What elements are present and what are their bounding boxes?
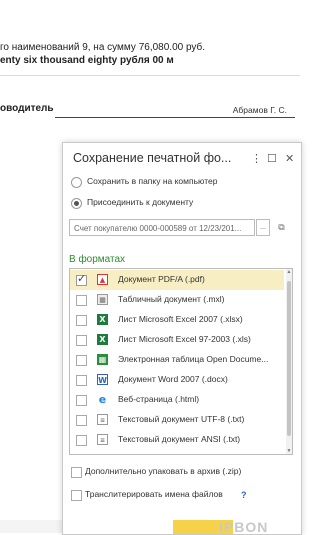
format-label: Документ PDF/A (.pdf) bbox=[118, 274, 205, 284]
radio-save-to-folder-label[interactable]: Сохранить в папку на компьютер bbox=[87, 176, 217, 186]
excel-icon: X bbox=[97, 314, 108, 325]
format-checkbox[interactable] bbox=[76, 272, 87, 286]
formats-list: ▲ Документ PDF/A (.pdf) ▦ Табличный доку… bbox=[69, 268, 293, 455]
format-label: Веб-страница (.html) bbox=[118, 394, 200, 404]
scroll-up-icon[interactable]: ▲ bbox=[286, 269, 292, 275]
close-icon[interactable]: ✕ bbox=[285, 152, 294, 165]
format-row[interactable]: X Лист Microsoft Excel 2007 (.xlsx) bbox=[70, 310, 284, 330]
format-label: Электронная таблица Open Docume... bbox=[118, 354, 269, 364]
signature-line bbox=[55, 117, 295, 118]
transliterate-label[interactable]: Транслитерировать имена файлов bbox=[85, 489, 223, 499]
format-label: Табличный документ (.mxl) bbox=[118, 294, 225, 304]
maximize-icon[interactable]: ☐ bbox=[267, 152, 277, 165]
ods-icon: ▦ bbox=[97, 354, 108, 365]
dialog-title: Сохранение печатной фо... bbox=[73, 151, 232, 165]
divider bbox=[0, 75, 300, 76]
format-label: Лист Microsoft Excel 97-2003 (.xls) bbox=[118, 334, 251, 344]
format-checkbox[interactable] bbox=[76, 435, 87, 446]
signature-name: Абрамов Г. С. bbox=[232, 105, 287, 115]
help-icon[interactable]: ? bbox=[241, 490, 247, 500]
word-icon: W bbox=[97, 374, 108, 385]
format-checkbox[interactable] bbox=[76, 395, 87, 406]
invoice-total-line: го наименований 9, на сумму 76,080.00 ру… bbox=[0, 42, 206, 53]
radio-attach-to-document-label[interactable]: Присоединить к документу bbox=[87, 197, 193, 207]
more-menu-icon[interactable]: ⋮ bbox=[251, 152, 262, 165]
format-row[interactable]: ▦ Электронная таблица Open Docume... bbox=[70, 350, 284, 370]
scroll-down-icon[interactable]: ▼ bbox=[286, 448, 292, 454]
invoice-total-words: enty six thousand eighty рубля 00 м bbox=[0, 55, 174, 66]
format-checkbox[interactable] bbox=[76, 355, 87, 366]
scrollbar-thumb[interactable] bbox=[287, 281, 291, 436]
format-label: Лист Microsoft Excel 2007 (.xlsx) bbox=[118, 314, 243, 324]
format-label: Текстовый документ ANSI (.txt) bbox=[118, 434, 241, 444]
pdf-icon: ▲ bbox=[97, 274, 108, 285]
radio-attach-to-document[interactable] bbox=[71, 198, 82, 209]
html-icon: e bbox=[98, 393, 107, 406]
select-document-button[interactable]: ... bbox=[256, 219, 270, 236]
radio-save-to-folder[interactable] bbox=[71, 177, 82, 188]
format-row[interactable]: e Веб-страница (.html) bbox=[70, 390, 284, 410]
format-checkbox[interactable] bbox=[76, 315, 87, 326]
mxl-icon: ▦ bbox=[97, 294, 108, 305]
format-row[interactable]: ▲ Документ PDF/A (.pdf) bbox=[70, 270, 284, 290]
format-row[interactable]: W Документ Word 2007 (.docx) bbox=[70, 370, 284, 390]
document-field[interactable]: Счет покупателю 0000-000589 от 12/23/201… bbox=[69, 219, 255, 236]
format-row[interactable]: ≡ Текстовый документ UTF-8 (.txt) bbox=[70, 410, 284, 430]
save-print-form-dialog: Сохранение печатной фо... ⋮ ☐ ✕ Сохранит… bbox=[62, 142, 302, 535]
format-checkbox[interactable] bbox=[76, 415, 87, 426]
signature-label: оводитель bbox=[0, 103, 54, 114]
transliterate-checkbox[interactable] bbox=[71, 490, 82, 501]
txt-icon: ≡ bbox=[97, 414, 108, 425]
zip-archive-checkbox[interactable] bbox=[71, 467, 82, 478]
format-checkbox[interactable] bbox=[76, 335, 87, 346]
txt-icon: ≡ bbox=[97, 434, 108, 445]
format-row[interactable]: ▦ Табличный документ (.mxl) bbox=[70, 290, 284, 310]
format-row[interactable]: ≡ Текстовый документ ANSI (.txt) bbox=[70, 430, 284, 450]
zip-archive-label[interactable]: Дополнительно упаковать в архив (.zip) bbox=[85, 466, 241, 476]
formats-header: В форматах bbox=[69, 254, 126, 265]
format-label: Текстовый документ UTF-8 (.txt) bbox=[118, 414, 245, 424]
format-checkbox[interactable] bbox=[76, 295, 87, 306]
format-row[interactable]: X Лист Microsoft Excel 97-2003 (.xls) bbox=[70, 330, 284, 350]
excel-icon: X bbox=[97, 334, 108, 345]
open-document-icon[interactable]: ⧉ bbox=[273, 219, 290, 236]
format-checkbox[interactable] bbox=[76, 375, 87, 386]
format-label: Документ Word 2007 (.docx) bbox=[118, 374, 228, 384]
